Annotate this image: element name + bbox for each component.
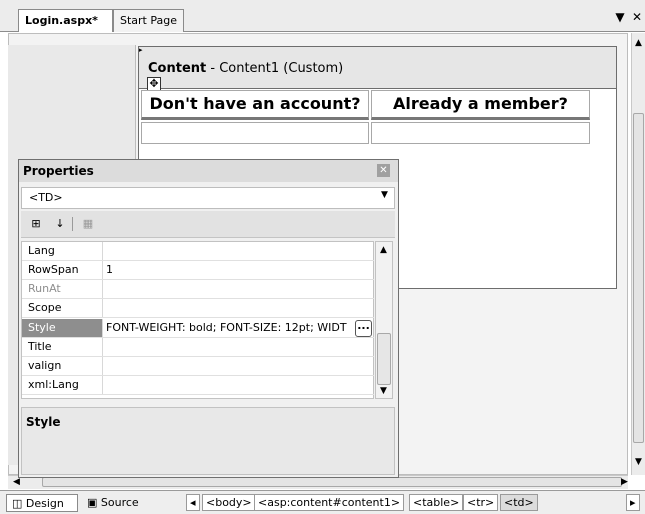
smart-tag-icon[interactable]: ▸ [139, 47, 143, 54]
table-header-cell-member[interactable]: Already a member? [371, 90, 590, 120]
design-view-icon: ◫ [12, 497, 26, 510]
property-value[interactable] [106, 299, 368, 317]
window-dropdown-icon[interactable]: ▼ [613, 10, 627, 24]
breadcrumb-table[interactable]: <table> [409, 494, 464, 511]
move-handle-icon[interactable]: ✥ [147, 77, 161, 91]
chevron-down-icon[interactable]: ▼ [381, 190, 388, 200]
grid-scroll-up-icon[interactable]: ▲ [377, 243, 390, 257]
property-row-scope[interactable]: Scope [22, 299, 374, 318]
source-view-icon: ▣ [87, 496, 101, 509]
property-row-style[interactable]: Style FONT-WEIGHT: bold; FONT-SIZE: 12pt… [22, 319, 374, 338]
content-title-rest: - Content1 (Custom) [206, 61, 344, 76]
categorized-icon[interactable]: ⊞ [27, 215, 45, 233]
design-view-button[interactable]: ◫ Design [6, 494, 78, 512]
toolbar-separator [72, 217, 73, 231]
style-builder-button[interactable]: ... [355, 320, 372, 337]
scroll-up-icon[interactable]: ▲ [632, 36, 645, 50]
breadcrumb-content1[interactable]: <asp:content#content1> [254, 494, 405, 511]
property-name: valign [22, 357, 103, 375]
close-document-icon[interactable]: ✕ [630, 10, 644, 24]
property-name: RunAt [22, 280, 103, 298]
property-name: RowSpan [22, 261, 103, 279]
property-row-xml-lang[interactable]: xml:Lang [22, 376, 374, 395]
property-name: Lang [22, 242, 103, 260]
breadcrumb-back-icon[interactable]: ◂ [186, 494, 200, 511]
alphabetical-sort-icon[interactable]: ↓ [51, 215, 69, 233]
property-row-lang[interactable]: Lang [22, 242, 374, 261]
property-row-title[interactable]: Title [22, 338, 374, 357]
property-value[interactable] [106, 376, 368, 394]
source-view-button[interactable]: ▣ Source [82, 494, 154, 512]
property-value[interactable] [106, 338, 368, 356]
properties-close-icon[interactable]: ✕ [377, 164, 390, 177]
properties-title[interactable]: Properties [19, 160, 398, 182]
property-value[interactable] [106, 280, 368, 298]
property-value[interactable]: FONT-WEIGHT: bold; FONT-SIZE: 12pt; WIDT [106, 319, 354, 337]
property-row-rowspan[interactable]: RowSpan 1 [22, 261, 374, 280]
breadcrumb-tr[interactable]: <tr> [463, 494, 499, 511]
object-selector[interactable]: <TD> [21, 187, 395, 209]
content-placeholder-title: Content - Content1 (Custom) [148, 61, 343, 76]
source-label: Source [100, 496, 139, 509]
table-cell-empty-left[interactable] [141, 122, 369, 144]
table-header-cell-signup[interactable]: Don't have an account? [141, 90, 369, 120]
scroll-down-icon[interactable]: ▼ [632, 455, 645, 469]
breadcrumb-body[interactable]: <body> [202, 494, 256, 511]
property-grid-scroll-thumb[interactable] [377, 333, 391, 385]
property-name: Title [22, 338, 103, 356]
content-title-bold: Content [148, 61, 207, 76]
editor-vertical-scroll-thumb[interactable] [633, 113, 644, 443]
property-pages-icon[interactable]: ▦ [79, 215, 97, 233]
breadcrumb-td[interactable]: <td> [500, 494, 538, 511]
property-value[interactable]: 1 [106, 261, 368, 279]
scroll-right-icon[interactable]: ▶ [618, 475, 631, 489]
property-name: Scope [22, 299, 103, 317]
tab-start-page[interactable]: Start Page [113, 9, 184, 32]
tab-login-aspx[interactable]: Login.aspx* [18, 9, 113, 32]
breadcrumb-forward-icon[interactable]: ▸ [626, 494, 640, 511]
property-name: Style [22, 319, 103, 337]
properties-toolbar [21, 211, 395, 238]
editor-horizontal-scroll-thumb[interactable] [42, 477, 622, 487]
property-description-title: Style [26, 415, 61, 429]
property-row-runat[interactable]: RunAt [22, 280, 374, 299]
property-description-pane [21, 407, 395, 475]
property-value[interactable] [106, 242, 368, 260]
design-label: Design [25, 497, 64, 510]
property-row-valign[interactable]: valign [22, 357, 374, 376]
property-name: xml:Lang [22, 376, 103, 394]
property-value[interactable] [106, 357, 368, 375]
table-cell-empty-right[interactable] [371, 122, 590, 144]
grid-scroll-down-icon[interactable]: ▼ [377, 384, 390, 398]
